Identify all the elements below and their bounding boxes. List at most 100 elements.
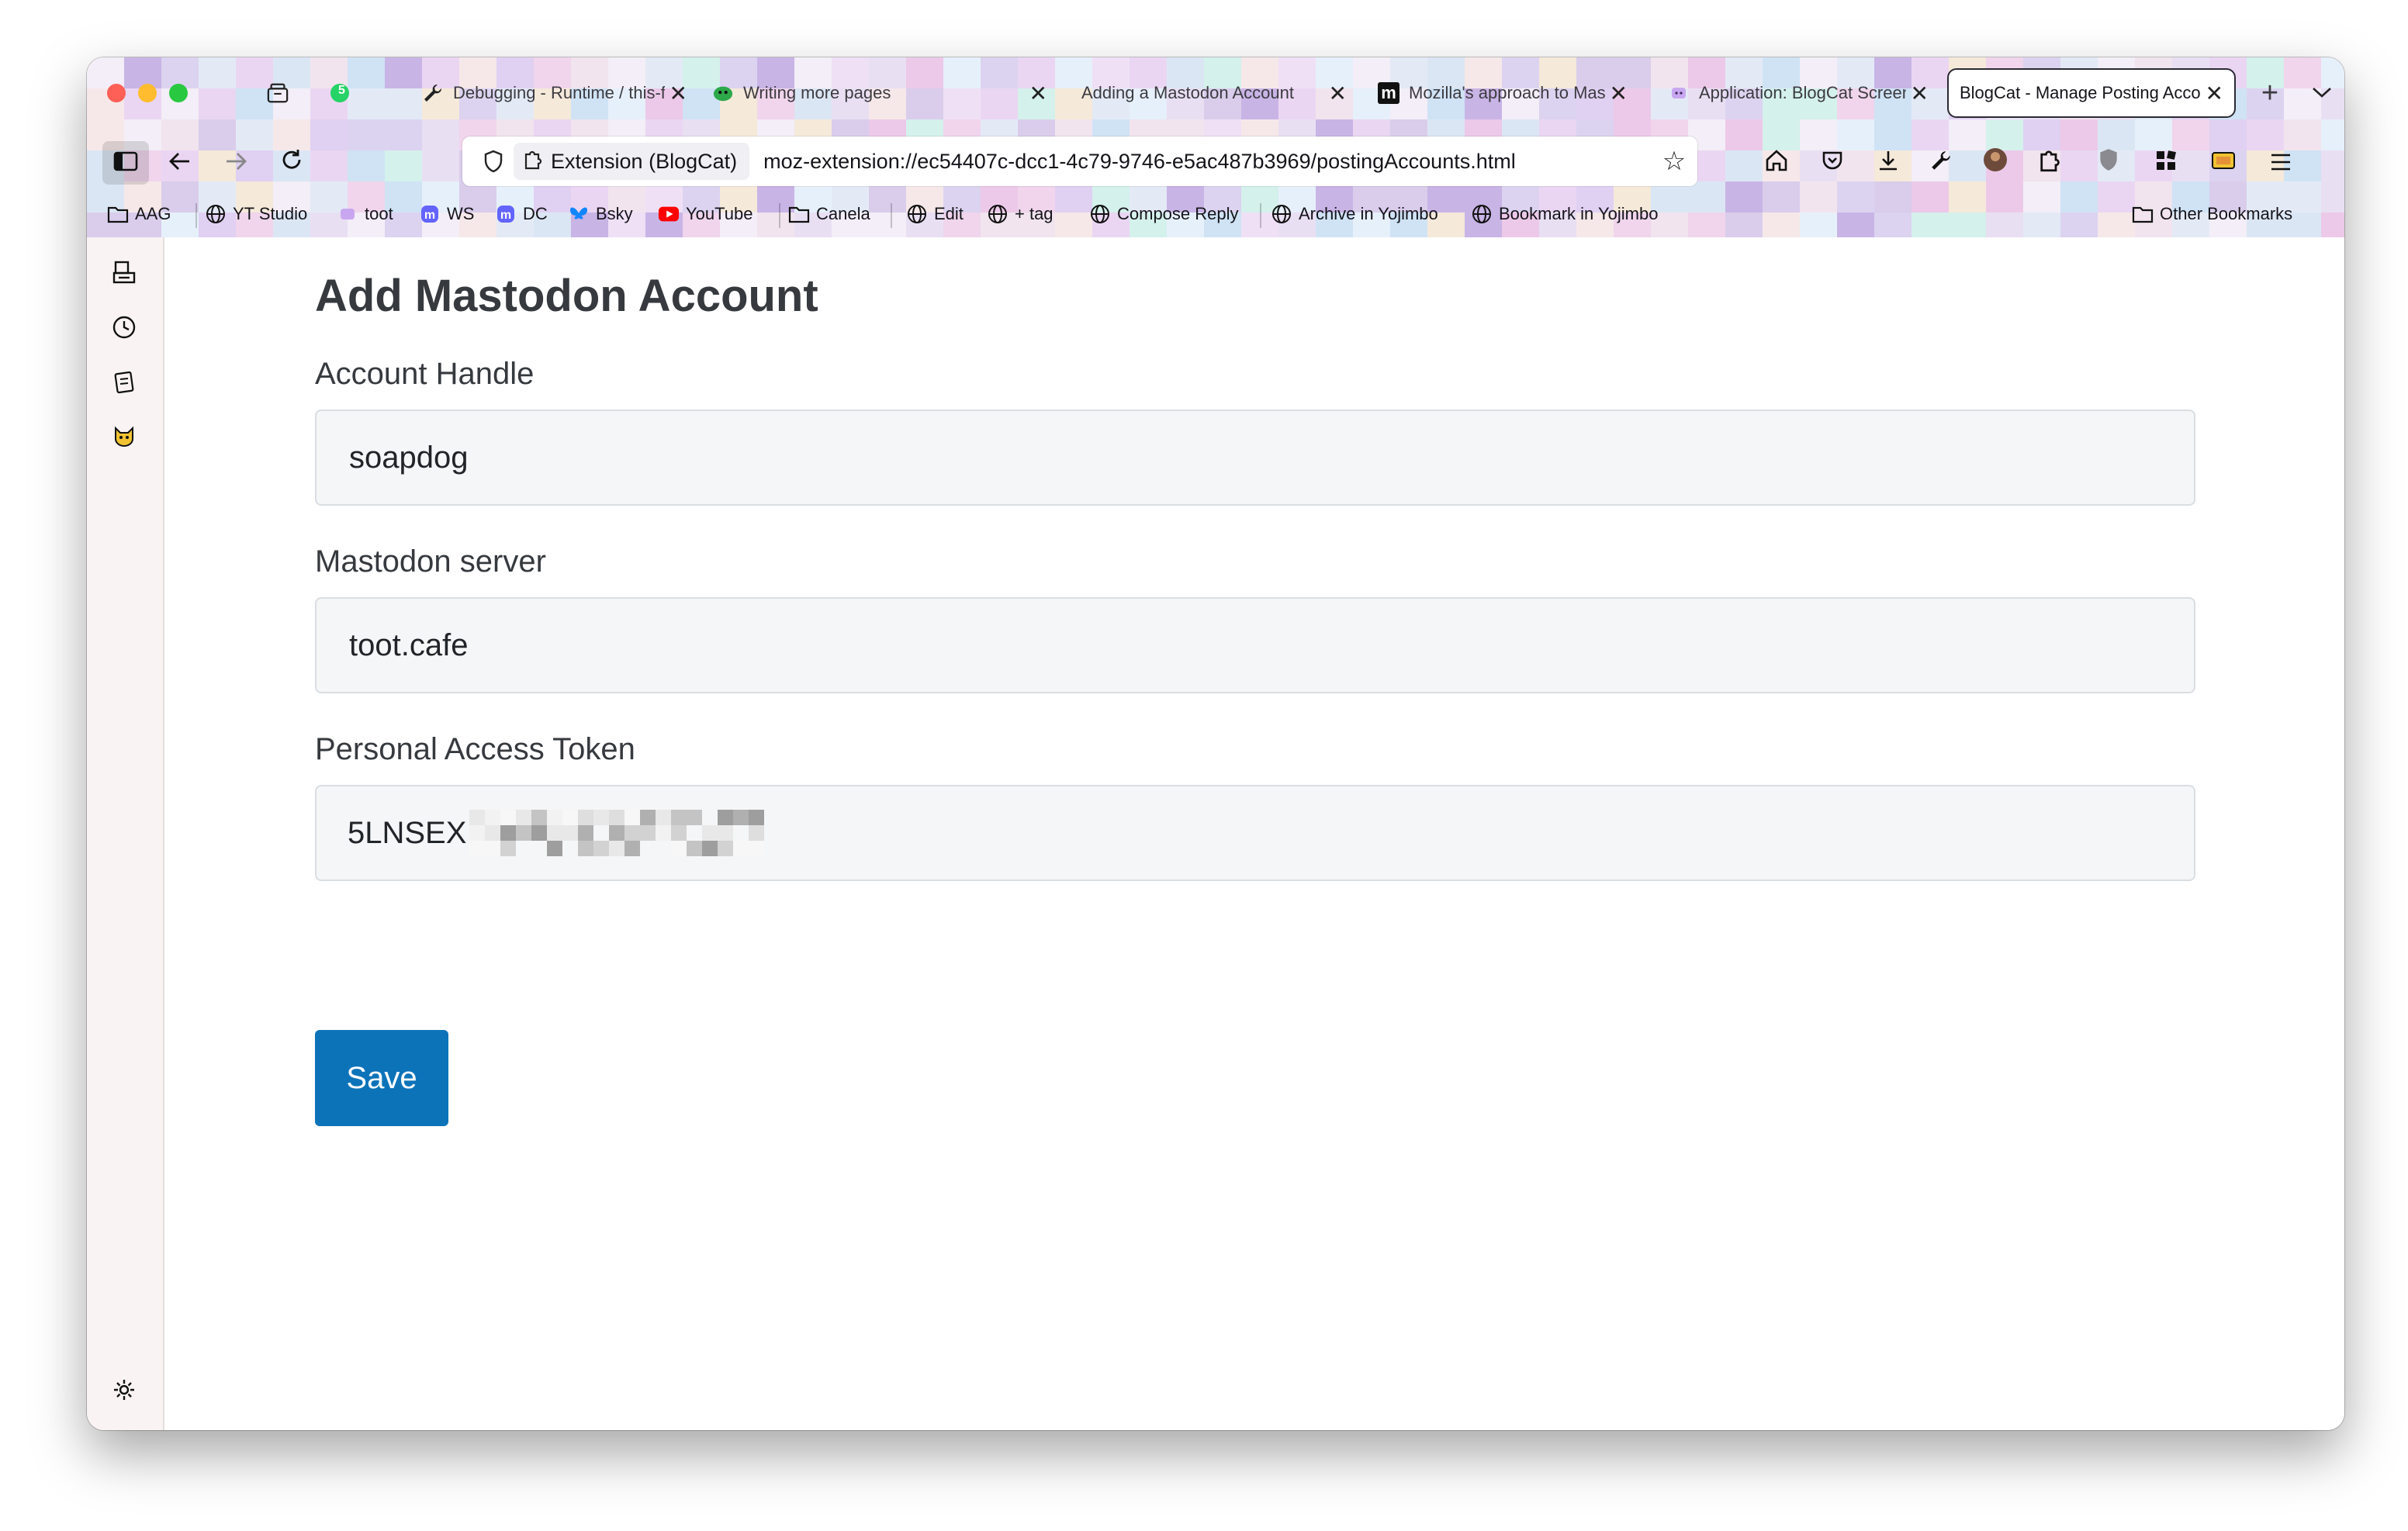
bookmark-bookmark-in-yojimbo[interactable]: Bookmark in Yojimbo <box>1471 199 1658 230</box>
redaction-pixel <box>469 841 486 856</box>
bookmark-archive-in-yojimbo[interactable]: Archive in Yojimbo <box>1271 199 1438 230</box>
home-button[interactable] <box>1755 141 1798 185</box>
bookmark-youtube[interactable]: YouTube <box>658 199 752 230</box>
clock-icon <box>112 315 137 346</box>
bookmark-label: YouTube <box>686 204 753 223</box>
close-window-button[interactable] <box>107 84 126 102</box>
close-tab-icon[interactable]: ✕ <box>1610 81 1628 106</box>
account-handle-input[interactable] <box>348 439 2163 476</box>
sidebar-toggle-button[interactable] <box>102 141 149 185</box>
redaction-pixel <box>671 841 687 856</box>
close-tab-icon[interactable]: ✕ <box>1911 81 1929 106</box>
sidebar-blogcat-button[interactable] <box>109 261 140 292</box>
tab-blogcat-manage-posting[interactable]: BlogCat - Manage Posting Accounts ✕ <box>1947 68 2236 118</box>
bookmark-compose-reply[interactable]: Compose Reply <box>1089 199 1239 230</box>
extensions-button[interactable] <box>2028 141 2071 185</box>
redaction-pixel <box>609 825 625 841</box>
bookmark-label: Other Bookmarks <box>2160 204 2293 223</box>
cat-icon <box>111 423 137 454</box>
back-button[interactable] <box>158 141 202 185</box>
redaction-pixel <box>749 841 765 856</box>
folder-icon <box>2132 203 2154 225</box>
redaction-pixel <box>469 810 486 825</box>
redaction-pixel <box>687 810 703 825</box>
account-button[interactable] <box>1974 141 2017 185</box>
tab-whatsapp[interactable]: 5 <box>320 68 369 118</box>
forward-button[interactable] <box>214 141 258 185</box>
bookmark-folder-aag[interactable]: AAG <box>107 199 171 230</box>
list-all-tabs-button[interactable] <box>2302 68 2341 118</box>
bookmark-plus-tag[interactable]: + tag <box>987 199 1054 230</box>
new-tab-button[interactable]: + <box>2248 68 2292 118</box>
redaction-pixel <box>671 825 687 841</box>
globe-icon <box>205 203 227 225</box>
close-tab-icon[interactable]: ✕ <box>1329 81 1347 106</box>
bookmark-toot[interactable]: toot <box>337 199 393 230</box>
url-text[interactable]: moz-extension://ec54407c-dcc1-4c79-9746-… <box>763 150 1651 174</box>
account-handle-label: Account Handle <box>315 357 535 391</box>
bookmark-folder-other[interactable]: Other Bookmarks <box>2132 199 2292 230</box>
bookmark-label: Canela <box>816 204 870 223</box>
mastodon-server-input[interactable] <box>348 627 2163 664</box>
token-visible-prefix: 5LNSEX <box>348 815 467 850</box>
bookmark-folder-canela[interactable]: Canela <box>788 199 870 230</box>
account-handle-field[interactable] <box>315 410 2195 506</box>
youtube-icon <box>658 203 680 225</box>
bookmark-label: Archive in Yojimbo <box>1299 204 1438 223</box>
zoom-window-button[interactable] <box>169 84 188 102</box>
sidebar-customize-button[interactable] <box>109 1377 140 1408</box>
tab-application-blogcat[interactable]: Application: BlogCat Screen ✕ <box>1657 68 1939 118</box>
tab-writing-more-pages[interactable]: Writing more pages ✕ <box>701 68 1058 118</box>
mastodon-server-field[interactable] <box>315 597 2195 693</box>
redaction-pixel <box>764 841 780 856</box>
pocket-button[interactable] <box>1811 141 1854 185</box>
browser-sidebar <box>87 237 164 1430</box>
tab-manager-tab[interactable] <box>258 68 307 118</box>
reload-button[interactable] <box>270 141 313 185</box>
tab-adding-mastodon-account[interactable]: Adding a Mastodon Account ✕ <box>1071 68 1358 118</box>
sidebar-notes-button[interactable] <box>109 369 140 400</box>
bookmark-bsky[interactable]: Bsky <box>568 199 633 230</box>
close-tab-icon[interactable]: ✕ <box>2206 81 2223 106</box>
bookmark-yt-studio[interactable]: YT Studio <box>205 199 307 230</box>
bookmark-ws[interactable]: m WS <box>419 199 474 230</box>
bookmark-edit[interactable]: Edit <box>906 199 964 230</box>
personal-access-token-field[interactable]: 5LNSEX <box>315 785 2195 881</box>
save-button[interactable]: Save <box>315 1030 448 1126</box>
tracking-shield-icon[interactable] <box>473 150 514 173</box>
grid-icon <box>2154 147 2178 179</box>
sidebar-cat-button[interactable] <box>109 423 140 454</box>
tab-mozilla-approach[interactable]: m Mozilla's approach to Mastodon ✕ <box>1367 68 1638 118</box>
downloads-button[interactable] <box>1867 141 1910 185</box>
personal-access-token-label: Personal Access Token <box>315 732 635 766</box>
blogcat-extension-button[interactable] <box>2202 141 2245 185</box>
redaction-pixel <box>733 810 749 825</box>
globe-icon <box>1471 203 1493 225</box>
menu-button[interactable] <box>2259 141 2302 185</box>
home-icon <box>1764 147 1789 179</box>
bookmark-label: + tag <box>1015 204 1054 223</box>
url-bar[interactable]: Extension (BlogCat) moz-extension://ec54… <box>462 137 1697 186</box>
sidebar-history-button[interactable] <box>109 315 140 346</box>
gear-icon <box>112 1377 137 1408</box>
ublock-button[interactable] <box>2087 141 2130 185</box>
bookmark-dc[interactable]: m DC <box>495 199 548 230</box>
redaction-pixel <box>624 841 641 856</box>
redaction-pixel <box>640 810 656 825</box>
close-tab-icon[interactable]: ✕ <box>669 81 687 106</box>
tab-debugging[interactable]: Debugging - Runtime / this-firefox ✕ <box>411 68 698 118</box>
token-value[interactable]: 5LNSEX <box>348 786 780 880</box>
minimize-window-button[interactable] <box>138 84 157 102</box>
bookmark-star-icon[interactable]: ☆ <box>1651 146 1697 177</box>
chevron-down-icon <box>2312 83 2332 103</box>
bookmark-label: AAG <box>135 204 171 223</box>
redaction-pixel <box>656 841 671 856</box>
grid-extension-button[interactable] <box>2144 141 2188 185</box>
extension-identity-chip[interactable]: Extension (BlogCat) <box>514 143 750 180</box>
redaction-pixel <box>702 841 718 856</box>
download-icon <box>1877 147 1900 179</box>
devtools-button[interactable] <box>1919 141 1963 185</box>
mastodon-icon: m <box>495 203 517 225</box>
browser-chrome: 5 Debugging - Runtime / this-firefox ✕ W… <box>87 57 2344 237</box>
close-tab-icon[interactable]: ✕ <box>1029 81 1047 106</box>
